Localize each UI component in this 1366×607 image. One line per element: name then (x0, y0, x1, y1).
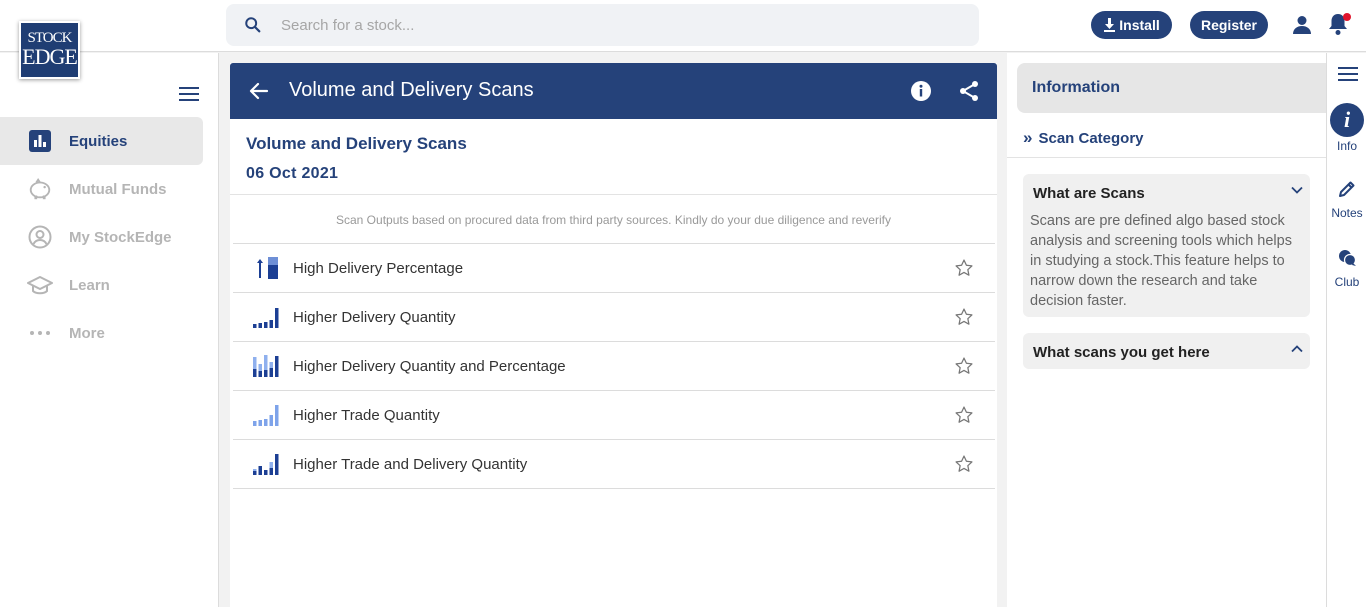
register-label: Register (1200, 17, 1258, 33)
install-button[interactable]: Install (1091, 11, 1172, 39)
accordion-what-scans-you-get[interactable]: What scans you get here (1023, 333, 1310, 369)
search-bar[interactable] (226, 4, 979, 46)
notification-dot (1343, 13, 1351, 21)
chevron-up-icon (1291, 345, 1303, 353)
register-button[interactable]: Register (1190, 11, 1268, 39)
accordion-what-are-scans: What are Scans Scans are pre defined alg… (1023, 174, 1310, 317)
trade-delivery-quantity-icon (253, 454, 279, 475)
scan-item-higher-trade-and-delivery-quantity[interactable]: Higher Trade and Delivery Quantity (233, 440, 995, 489)
sidebar-item-label: Mutual Funds (69, 181, 167, 198)
star-icon[interactable] (954, 356, 974, 376)
sidebar-item-label: My StockEdge (69, 229, 172, 246)
sidebar-item-more[interactable]: More (0, 309, 203, 357)
logo-line2: EDGE (22, 44, 78, 69)
divider (230, 194, 997, 195)
accordion-title: What scans you get here (1033, 344, 1210, 361)
more-dots-icon (27, 321, 53, 345)
rail-item-info[interactable]: i Info (1327, 103, 1366, 153)
chat-bubbles-icon (1339, 250, 1357, 267)
information-title: Information (1032, 79, 1120, 96)
sidebar-item-label: More (69, 325, 105, 342)
section-title: Volume and Delivery Scans (246, 134, 467, 153)
trade-quantity-icon (253, 405, 279, 426)
star-icon[interactable] (954, 454, 974, 474)
accordion-body: Scans are pre defined algo based stock a… (1030, 213, 1292, 309)
download-icon (1104, 18, 1116, 32)
stockedge-logo[interactable]: STOCK EDGE (19, 21, 80, 79)
sidebar-item-my-stockedge[interactable]: My StockEdge (0, 213, 203, 261)
sidebar-item-equities[interactable]: Equities (0, 117, 203, 165)
scan-category-link[interactable]: » Scan Category (1023, 128, 1144, 148)
rail-item-club[interactable]: Club (1327, 248, 1366, 289)
menu-icon[interactable] (1338, 67, 1358, 81)
sidebar: Equities Mutual Funds My StockEdge Learn… (0, 53, 219, 607)
pencil-icon (1339, 181, 1355, 197)
sidebar-item-mutual-funds[interactable]: Mutual Funds (0, 165, 203, 213)
information-header: Information (1017, 63, 1326, 113)
scan-item-label: Higher Delivery Quantity (293, 309, 456, 326)
rail-item-notes[interactable]: Notes (1327, 179, 1366, 220)
scan-item-label: Higher Delivery Quantity and Percentage (293, 358, 566, 375)
delivery-quantity-icon (253, 308, 279, 328)
information-panel: Information » Scan Category What are Scan… (1007, 53, 1326, 607)
scan-category-label: Scan Category (1038, 130, 1144, 147)
divider (1007, 157, 1326, 158)
right-rail: i Info Notes Club (1326, 53, 1366, 607)
star-icon[interactable] (954, 307, 974, 327)
info-icon[interactable] (910, 80, 932, 102)
disclaimer-text: Scan Outputs based on procured data from… (336, 213, 891, 227)
graduation-cap-icon (27, 273, 53, 297)
sidebar-item-learn[interactable]: Learn (0, 261, 203, 309)
scan-date: 06 Oct 2021 (246, 165, 339, 182)
back-arrow-icon[interactable] (249, 81, 269, 101)
high-delivery-icon (257, 257, 278, 279)
rail-item-label: Info (1336, 139, 1357, 153)
user-circle-icon (27, 225, 53, 249)
scan-item-label: High Delivery Percentage (293, 260, 464, 277)
scan-list: High Delivery Percentage Higher Delivery… (233, 243, 995, 489)
top-bar: Install Register (0, 0, 1366, 52)
sidebar-item-label: Learn (69, 277, 110, 294)
install-label: Install (1119, 17, 1160, 33)
rail-item-label: Notes (1331, 206, 1363, 220)
sidebar-item-label: Equities (69, 133, 128, 150)
user-icon[interactable] (1291, 14, 1313, 36)
star-icon[interactable] (954, 405, 974, 425)
delivery-quantity-percentage-icon (253, 355, 279, 377)
accordion-title[interactable]: What are Scans (1033, 185, 1145, 202)
star-icon[interactable] (954, 258, 974, 278)
scan-item-label: Higher Trade Quantity (293, 407, 440, 424)
scan-item-higher-trade-quantity[interactable]: Higher Trade Quantity (233, 391, 995, 440)
scan-item-label: Higher Trade and Delivery Quantity (293, 456, 528, 473)
page-header: Volume and Delivery Scans (230, 63, 997, 119)
piggy-bank-icon (27, 177, 53, 201)
chevron-down-icon[interactable] (1290, 183, 1304, 197)
rail-item-label: Club (1334, 275, 1360, 289)
search-input[interactable] (281, 4, 961, 46)
search-icon (245, 17, 261, 33)
bar-chart-icon (27, 129, 53, 153)
page-title: Volume and Delivery Scans (289, 79, 534, 101)
scan-item-higher-delivery-quantity[interactable]: Higher Delivery Quantity (233, 293, 995, 342)
double-chevron-icon: » (1023, 128, 1033, 147)
scan-item-higher-delivery-quantity-and-percentage[interactable]: Higher Delivery Quantity and Percentage (233, 342, 995, 391)
main-panel: Volume and Delivery Scans Volume and Del… (230, 63, 997, 607)
info-icon: i (1330, 103, 1364, 137)
menu-icon[interactable] (179, 87, 199, 101)
share-icon[interactable] (958, 80, 980, 102)
scan-item-high-delivery-percentage[interactable]: High Delivery Percentage (233, 244, 995, 293)
